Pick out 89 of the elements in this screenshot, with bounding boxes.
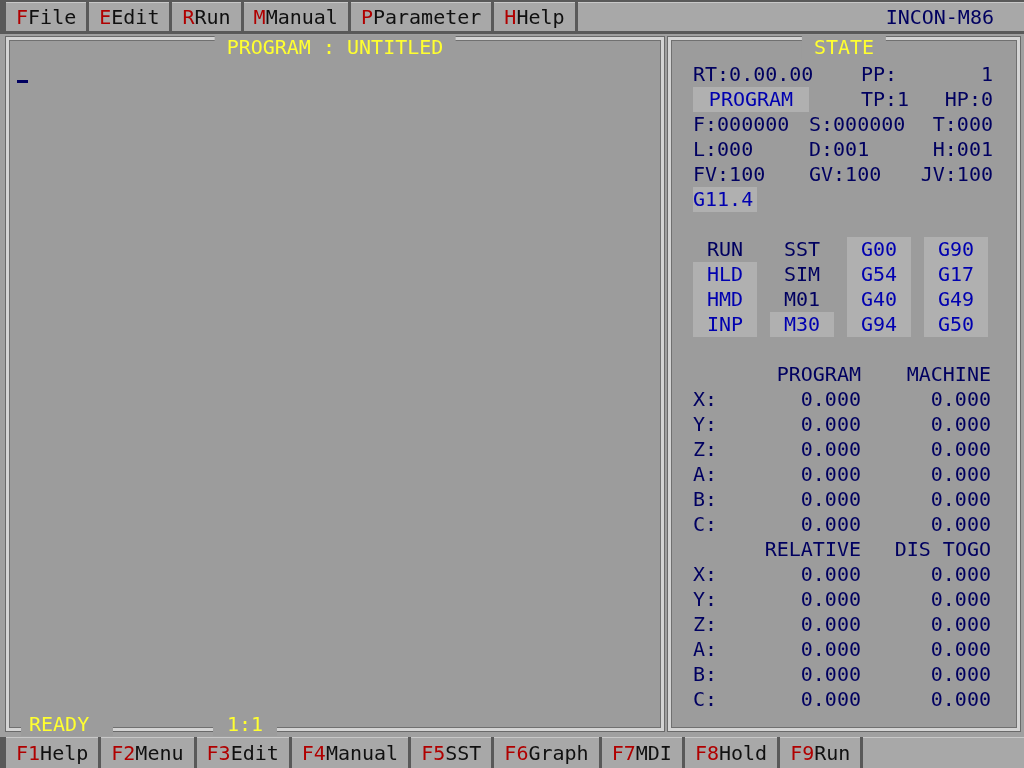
run-time: RT:0.00.00 (693, 62, 815, 87)
coordinate-value: 0.000 (799, 387, 861, 412)
tp-value: TP:1 (861, 87, 911, 112)
state-field: H:001 (932, 137, 993, 162)
status-indicator: G90 (924, 237, 988, 262)
axis-label: B: (693, 487, 719, 512)
menu-item[interactable]: PParameter (350, 2, 492, 31)
status-indicator: G40 (847, 287, 911, 312)
function-key[interactable]: F4Manual (291, 737, 409, 768)
coordinate-value: 0.000 (929, 412, 991, 437)
coordinate-value: 0.000 (799, 587, 861, 612)
status-indicator: G54 (847, 262, 911, 287)
coordinate-value: 0.000 (929, 587, 991, 612)
text-cursor (17, 80, 28, 83)
status-indicator: RUN (705, 237, 745, 262)
coordinate-value: 0.000 (929, 687, 991, 712)
axis-label: A: (693, 462, 719, 487)
state-field: T:000 (932, 112, 993, 137)
state-field: F:000000 (693, 112, 809, 137)
axis-label: Y: (693, 587, 719, 612)
menu-item[interactable]: RRun (172, 2, 241, 31)
function-key[interactable]: F8Hold (684, 737, 778, 768)
coordinate-value: 0.000 (929, 387, 991, 412)
coordinate-value: 0.000 (929, 562, 991, 587)
function-key[interactable]: F3Edit (196, 737, 289, 768)
state-field: GV:100 (809, 162, 921, 187)
status-indicator: G94 (847, 312, 911, 337)
state-field: S:000000 (809, 112, 933, 137)
status-indicator: HMD (693, 287, 757, 312)
function-key[interactable]: F7MDI (601, 737, 682, 768)
column-header: RELATIVE (763, 537, 861, 562)
coordinate-value: 0.000 (799, 462, 861, 487)
axis-label: A: (693, 637, 719, 662)
gcode-indicator: G11.4 (693, 187, 757, 212)
axis-label: Z: (693, 437, 719, 462)
coordinate-value: 0.000 (799, 437, 861, 462)
axis-label: Y: (693, 412, 719, 437)
menu-item[interactable]: MManual (243, 2, 348, 31)
column-header: MACHINE (905, 362, 991, 387)
status-indicator: G17 (924, 262, 988, 287)
axis-label: B: (693, 662, 719, 687)
status-indicator: M01 (782, 287, 822, 312)
mode-indicator: PROGRAM (693, 87, 809, 112)
coordinate-value: 0.000 (929, 437, 991, 462)
column-header: DIS TOGO (893, 537, 991, 562)
axis-label: C: (693, 687, 719, 712)
status-indicator: M30 (770, 312, 834, 337)
coordinate-value: 0.000 (799, 687, 861, 712)
pp-value: 1 (980, 62, 993, 87)
status-indicator: G50 (924, 312, 988, 337)
status-indicator: SIM (782, 262, 822, 287)
coordinate-value: 0.000 (799, 562, 861, 587)
coordinate-value: 0.000 (799, 612, 861, 637)
status-indicator: HLD (693, 262, 757, 287)
state-field: JV:100 (920, 162, 993, 187)
menu-item[interactable]: EEdit (89, 2, 170, 31)
hp-value: HP:0 (944, 87, 993, 112)
status-indicator: INP (693, 312, 757, 337)
coordinate-value: 0.000 (929, 462, 991, 487)
pp-label: PP: (861, 62, 899, 87)
status-indicator: SST (782, 237, 822, 262)
function-key[interactable]: F2Menu (101, 737, 194, 768)
coordinate-value: 0.000 (799, 412, 861, 437)
axis-label: X: (693, 387, 719, 412)
status-indicator: G49 (924, 287, 988, 312)
function-key[interactable]: F5SST (411, 737, 492, 768)
axis-label: Z: (693, 612, 719, 637)
coordinate-value: 0.000 (929, 637, 991, 662)
function-key[interactable]: F1Help (6, 737, 99, 768)
coordinate-value: 0.000 (929, 487, 991, 512)
coordinate-value: 0.000 (929, 662, 991, 687)
state-field: D:001 (809, 137, 933, 162)
coordinate-value: 0.000 (799, 487, 861, 512)
column-header: PROGRAM (775, 362, 861, 387)
axis-label: C: (693, 512, 719, 537)
status-indicator: G00 (847, 237, 911, 262)
menu-item[interactable]: FFile (6, 2, 87, 31)
state-field: FV:100 (693, 162, 809, 187)
coordinate-value: 0.000 (799, 662, 861, 687)
brand-label: INCON-M86 (885, 5, 994, 29)
coordinate-value: 0.000 (929, 512, 991, 537)
coordinate-value: 0.000 (929, 612, 991, 637)
menu-item[interactable]: HHelp (494, 2, 575, 31)
function-key[interactable]: F9Run (780, 737, 861, 768)
coordinate-value: 0.000 (799, 512, 861, 537)
state-field: L:000 (693, 137, 809, 162)
function-key[interactable]: F6Graph (494, 737, 599, 768)
coordinate-value: 0.000 (799, 637, 861, 662)
axis-label: X: (693, 562, 719, 587)
